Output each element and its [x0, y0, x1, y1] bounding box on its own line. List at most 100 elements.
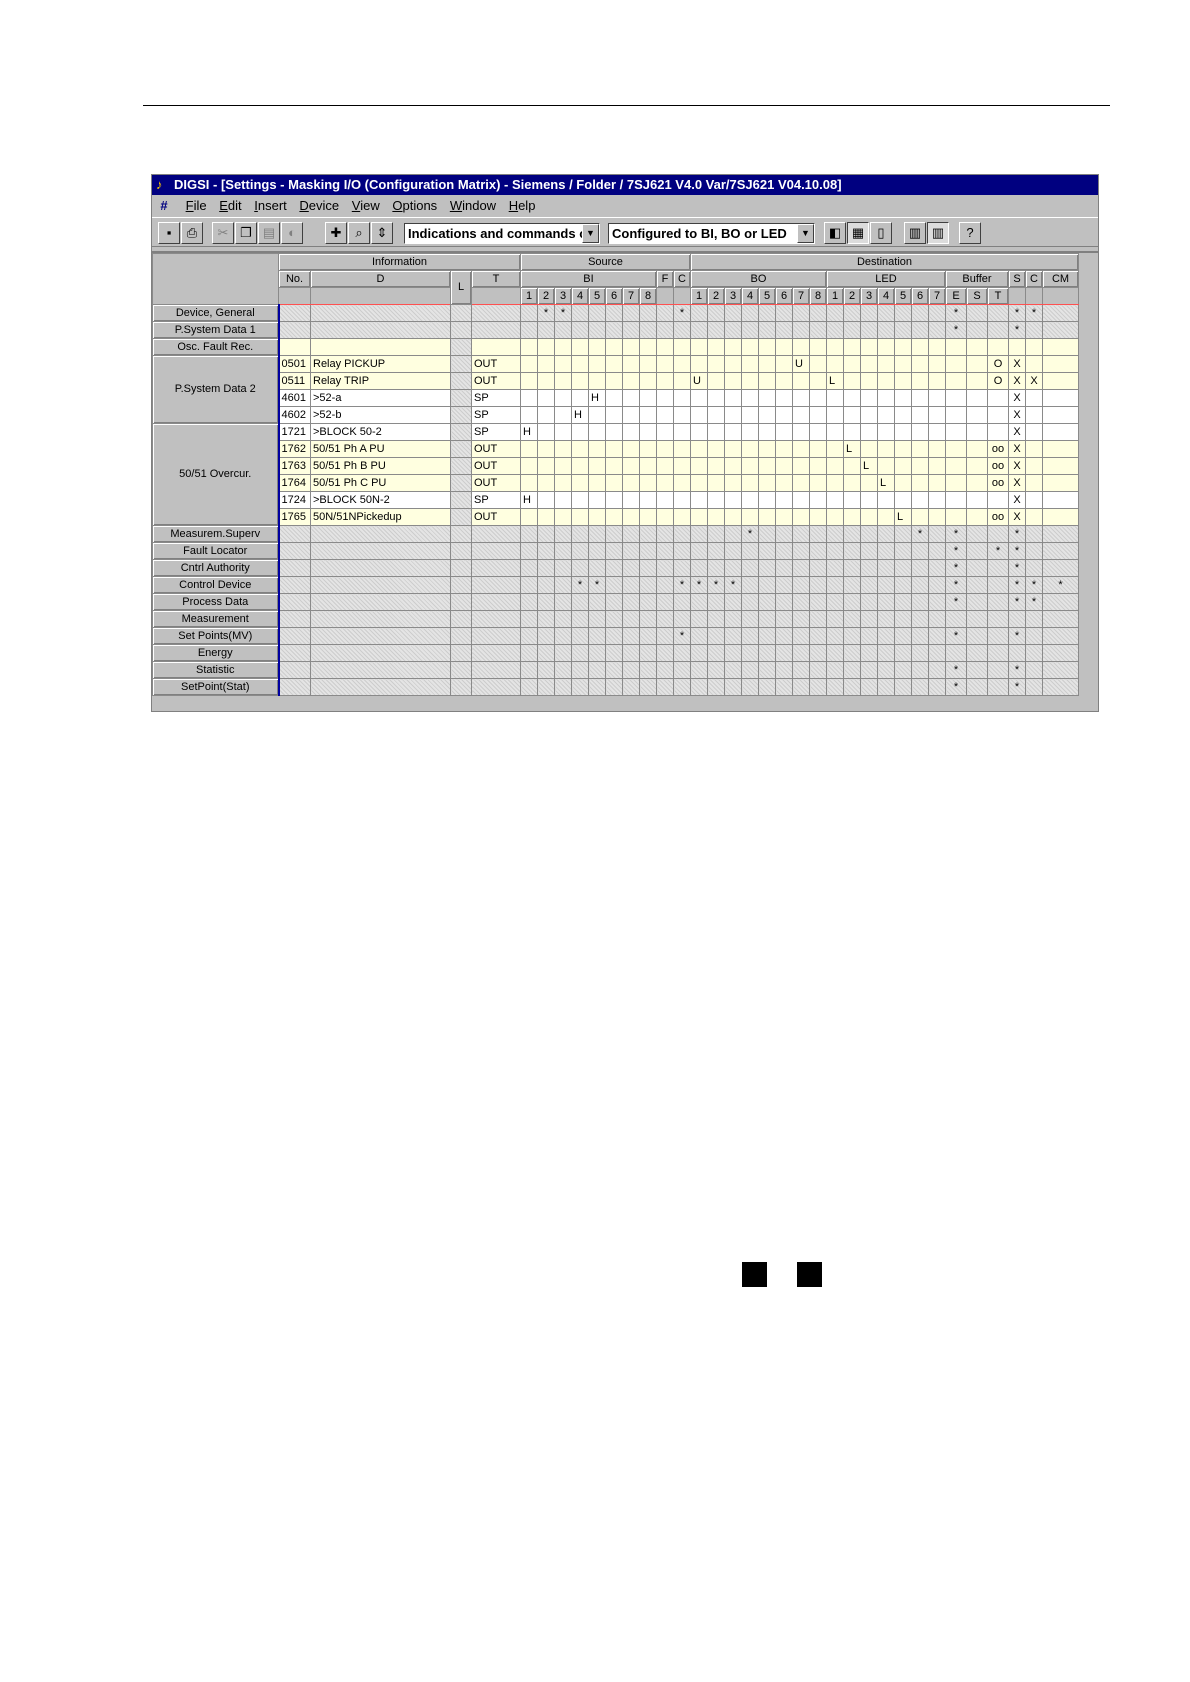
matrix-mark-cell[interactable]: X — [1025, 372, 1043, 390]
matrix-cell[interactable] — [656, 491, 674, 509]
matrix-cell[interactable] — [860, 525, 878, 543]
matrix-cell[interactable] — [826, 508, 844, 526]
matrix-cell[interactable] — [639, 508, 657, 526]
matrix-cell[interactable] — [792, 542, 810, 560]
matrix-cell[interactable] — [639, 304, 657, 322]
matrix-mark-cell[interactable]: U — [792, 355, 810, 373]
matrix-cell[interactable] — [792, 304, 810, 322]
matrix-cell[interactable] — [987, 321, 1009, 339]
matrix-mark-cell[interactable]: * — [1025, 304, 1043, 322]
matrix-cell[interactable] — [1042, 491, 1079, 509]
matrix-cell[interactable] — [966, 610, 988, 628]
matrix-cell[interactable] — [639, 457, 657, 475]
matrix-cell[interactable] — [928, 491, 946, 509]
matrix-cell[interactable] — [690, 423, 708, 441]
matrix-cell[interactable] — [826, 440, 844, 458]
matrix-cell[interactable] — [843, 627, 861, 645]
matrix-cell[interactable] — [826, 576, 844, 594]
led-header[interactable]: LED — [826, 270, 946, 288]
menu-view[interactable]: View — [352, 195, 380, 217]
matrix-cell[interactable] — [792, 627, 810, 645]
matrix-cell[interactable] — [843, 304, 861, 322]
bo-column-2[interactable]: 2 — [707, 287, 725, 305]
matrix-cell[interactable] — [571, 678, 589, 696]
matrix-cell[interactable] — [554, 457, 572, 475]
matrix-cell[interactable] — [537, 474, 555, 492]
matrix-cell[interactable] — [809, 423, 827, 441]
matrix-cell[interactable] — [707, 321, 725, 339]
matrix-mark-cell[interactable]: * — [673, 304, 691, 322]
matrix-cell[interactable] — [741, 661, 759, 679]
matrix-cell[interactable] — [690, 508, 708, 526]
matrix-cell[interactable] — [571, 440, 589, 458]
matrix-cell[interactable] — [843, 372, 861, 390]
matrix-cell[interactable] — [928, 406, 946, 424]
matrix-cell[interactable] — [537, 610, 555, 628]
matrix-cell[interactable] — [1025, 678, 1043, 696]
matrix-cell[interactable] — [673, 508, 691, 526]
matrix-cell[interactable] — [945, 440, 967, 458]
matrix-cell[interactable] — [1025, 525, 1043, 543]
matrix-cell[interactable] — [741, 372, 759, 390]
matrix-mark-cell[interactable]: * — [537, 304, 555, 322]
matrix-mark-cell[interactable]: O — [987, 355, 1009, 373]
matrix-cell[interactable] — [605, 542, 623, 560]
matrix-cell[interactable] — [877, 457, 895, 475]
matrix-cell[interactable] — [639, 440, 657, 458]
matrix-cell[interactable] — [656, 525, 674, 543]
matrix-cell[interactable] — [809, 525, 827, 543]
matrix-cell[interactable] — [1042, 338, 1079, 356]
matrix-cell[interactable] — [894, 627, 912, 645]
matrix-cell[interactable] — [724, 338, 742, 356]
matrix-mark-cell[interactable]: X — [1008, 474, 1026, 492]
matrix-cell[interactable] — [945, 491, 967, 509]
matrix-cell[interactable] — [987, 338, 1009, 356]
matrix-cell[interactable] — [843, 389, 861, 407]
matrix-cell[interactable] — [758, 491, 776, 509]
binary-output-header[interactable]: BO — [690, 270, 827, 288]
matrix-cell[interactable] — [656, 661, 674, 679]
matrix-mark-cell[interactable]: * — [945, 661, 967, 679]
led-column-7[interactable]: 7 — [928, 287, 946, 305]
matrix-cell[interactable] — [1042, 321, 1079, 339]
clear-icon[interactable]: ◐ — [281, 222, 303, 244]
matrix-cell[interactable] — [656, 338, 674, 356]
matrix-cell[interactable] — [945, 372, 967, 390]
matrix-cell[interactable] — [520, 508, 538, 526]
matrix-cell[interactable] — [656, 423, 674, 441]
matrix-cell[interactable] — [966, 372, 988, 390]
matrix-cell[interactable] — [554, 559, 572, 577]
matrix-cell[interactable] — [520, 627, 538, 645]
matrix-cell[interactable] — [809, 593, 827, 611]
matrix-cell[interactable] — [775, 406, 793, 424]
matrix-cell[interactable] — [860, 389, 878, 407]
matrix-cell[interactable] — [520, 457, 538, 475]
matrix-mark-cell[interactable]: * — [571, 576, 589, 594]
matrix-cell[interactable] — [843, 423, 861, 441]
matrix-cell[interactable] — [809, 372, 827, 390]
matrix-cell[interactable] — [758, 593, 776, 611]
matrix-cell[interactable] — [843, 525, 861, 543]
matrix-cell[interactable] — [826, 321, 844, 339]
matrix-cell[interactable] — [877, 372, 895, 390]
matrix-cell[interactable] — [877, 508, 895, 526]
matrix-cell[interactable] — [1025, 661, 1043, 679]
matrix-mark-cell[interactable]: H — [588, 389, 606, 407]
matrix-cell[interactable] — [707, 661, 725, 679]
matrix-cell[interactable] — [792, 474, 810, 492]
matrix-cell[interactable] — [843, 321, 861, 339]
matrix-cell[interactable] — [588, 304, 606, 322]
matrix-cell[interactable] — [554, 491, 572, 509]
matrix-cell[interactable] — [656, 508, 674, 526]
matrix-cell[interactable] — [860, 644, 878, 662]
matrix-cell[interactable] — [622, 593, 640, 611]
matrix-cell[interactable] — [707, 457, 725, 475]
matrix-cell[interactable] — [928, 338, 946, 356]
matrix-cell[interactable] — [741, 406, 759, 424]
matrix-cell[interactable] — [520, 338, 538, 356]
group-button[interactable]: Measurement — [152, 610, 280, 628]
matrix-cell[interactable] — [792, 508, 810, 526]
matrix-cell[interactable] — [554, 355, 572, 373]
matrix-cell[interactable] — [605, 355, 623, 373]
matrix-cell[interactable] — [520, 559, 538, 577]
